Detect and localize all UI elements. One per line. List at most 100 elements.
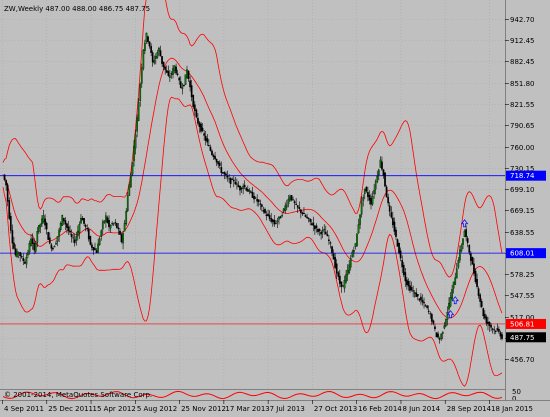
candle-body: [5, 180, 7, 186]
candle-body: [77, 230, 79, 237]
candle-body: [329, 242, 332, 244]
candle-body: [479, 294, 482, 302]
candle-body: [203, 133, 206, 136]
candle-body: [285, 204, 288, 208]
candle-body: [476, 278, 478, 287]
candle-body: [108, 220, 110, 227]
candle-body: [304, 215, 307, 217]
candle-body: [353, 250, 355, 253]
candle-body: [493, 329, 496, 331]
candle: [47, 231, 50, 240]
candle-body: [246, 189, 249, 192]
price-tick-label: 638.55: [510, 229, 535, 237]
candle-body: [310, 223, 313, 225]
candle: [385, 184, 388, 198]
time-tick-label: 7 Jul 2013: [270, 405, 305, 413]
price-tick-label: 790.65: [510, 122, 535, 130]
candle-body: [198, 122, 201, 128]
candle-body: [140, 67, 143, 84]
candle-body: [348, 264, 351, 273]
candle-body: [264, 209, 266, 214]
candle-body: [232, 179, 235, 182]
time-tick-label: 5 Aug 2012: [137, 405, 177, 413]
chart-area[interactable]: 50 0 942.70 912.45 882.45 851.80 821.55 790.6…: [0, 0, 550, 413]
time-tick-label: 8 Jun 2014: [402, 405, 440, 413]
price-chart[interactable]: 50 0 942.70912.45882.45851.80821.55790.6…: [0, 0, 550, 413]
candle-body: [273, 220, 276, 225]
candle-body: [139, 84, 142, 101]
candle-body: [256, 199, 259, 202]
candle-body: [429, 313, 432, 315]
time-tick-label: 25 Nov 2012: [181, 405, 226, 413]
candle-body: [36, 231, 39, 243]
candle-body: [39, 223, 42, 228]
candle-body: [98, 238, 101, 245]
candle-body: [20, 256, 23, 258]
candle-body: [413, 292, 416, 294]
candle-body: [55, 242, 57, 245]
candle-body: [31, 238, 34, 244]
candle-body: [119, 230, 121, 235]
candle-body: [95, 250, 98, 254]
candle-body: [363, 188, 366, 194]
candle-body: [240, 187, 243, 190]
candle-body: [296, 205, 299, 208]
candle-body: [145, 32, 148, 42]
candle-body: [412, 290, 414, 292]
candle-body: [499, 332, 502, 337]
candle-body: [343, 280, 346, 289]
candle-body: [144, 42, 146, 51]
candle-body: [52, 248, 54, 250]
candle-body: [338, 275, 341, 284]
candle-body: [463, 230, 466, 238]
candle-body: [448, 303, 450, 310]
time-tick-label: 27 Oct 2013: [314, 405, 357, 413]
candle-body: [130, 174, 132, 188]
time-tick-label: 17 Mar 2013: [225, 405, 269, 413]
candle-body: [214, 156, 216, 160]
candle-body: [136, 117, 138, 132]
candle-body: [292, 199, 294, 201]
candle-body: [87, 229, 90, 240]
candle-body: [173, 65, 176, 71]
candle-body: [153, 60, 156, 64]
candle: [115, 222, 118, 229]
candle-body: [225, 173, 227, 176]
candle-body: [34, 243, 37, 252]
candle-body: [423, 302, 425, 304]
candle-body: [226, 176, 229, 178]
candle-body: [284, 205, 287, 211]
candle-body: [206, 138, 209, 143]
time-tick-label: 15 Apr 2012: [93, 405, 136, 413]
candle: [61, 214, 64, 226]
candle-body: [128, 184, 131, 196]
candle-body: [473, 263, 475, 274]
candle-body: [170, 73, 173, 75]
candle-body: [490, 325, 492, 328]
candle-body: [318, 229, 321, 232]
candle-body: [105, 215, 107, 222]
candle-body: [66, 223, 68, 228]
candle: [384, 172, 386, 188]
candle-body: [376, 176, 379, 182]
candle-body: [8, 200, 11, 219]
candle-body: [342, 285, 344, 287]
candle-body: [416, 294, 419, 297]
candle-body: [295, 203, 298, 205]
candle-body: [317, 229, 319, 233]
candle-body: [367, 192, 369, 197]
candle-body: [303, 213, 305, 215]
candle-body: [407, 281, 410, 287]
candle-body: [435, 332, 438, 338]
candle-body: [243, 184, 246, 188]
candle-body: [485, 316, 488, 324]
candle-body: [459, 249, 461, 261]
candle-body: [388, 205, 391, 212]
candle-body: [9, 215, 12, 231]
price-tag-upper-label: 718.74: [510, 172, 535, 180]
candle-body: [115, 223, 118, 228]
candle-body: [6, 184, 9, 202]
candle-body: [204, 135, 207, 141]
candle-body: [437, 333, 439, 338]
price-tick-label: 942.70: [510, 16, 535, 24]
